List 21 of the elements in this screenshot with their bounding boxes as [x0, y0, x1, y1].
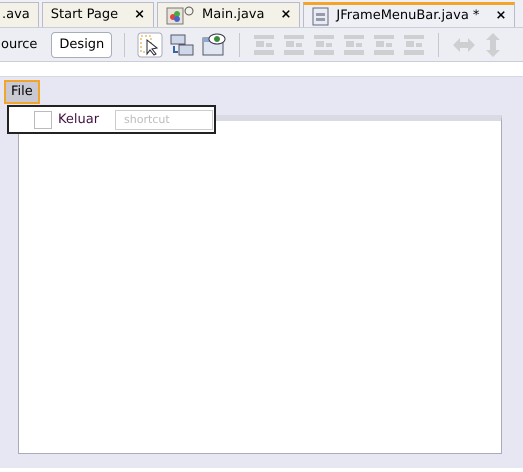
class-file-icon — [166, 5, 196, 25]
tab-label: JFrameMenuBar.java * — [336, 7, 480, 26]
menu-item[interactable]: Keluar — [58, 110, 100, 130]
tab-label: Start Page — [50, 6, 118, 24]
tab-label: Main.java — [202, 6, 264, 24]
close-button[interactable]: × — [495, 6, 506, 26]
editor-tab[interactable]: JFrameMenuBar.java * × — [303, 2, 516, 27]
selection-mode-icon[interactable] — [137, 32, 164, 58]
shortcut-field[interactable]: shortcut — [115, 110, 214, 130]
editor-tab[interactable]: Main.java × — [157, 2, 300, 27]
menu[interactable]: File — [4, 80, 40, 104]
connection-mode-icon[interactable] — [169, 32, 196, 58]
close-button[interactable]: × — [280, 5, 292, 25]
view-button[interactable]: Design — [51, 32, 112, 58]
close-button[interactable]: × — [134, 5, 146, 25]
view-button[interactable]: ource — [0, 32, 46, 58]
tab-label: .ava — [2, 6, 30, 24]
editor-tab[interactable]: Start Page × — [42, 2, 154, 27]
eye-preview-icon[interactable] — [201, 32, 228, 58]
editor-tab[interactable]: .ava — [0, 2, 39, 27]
checkbox[interactable] — [34, 110, 52, 128]
